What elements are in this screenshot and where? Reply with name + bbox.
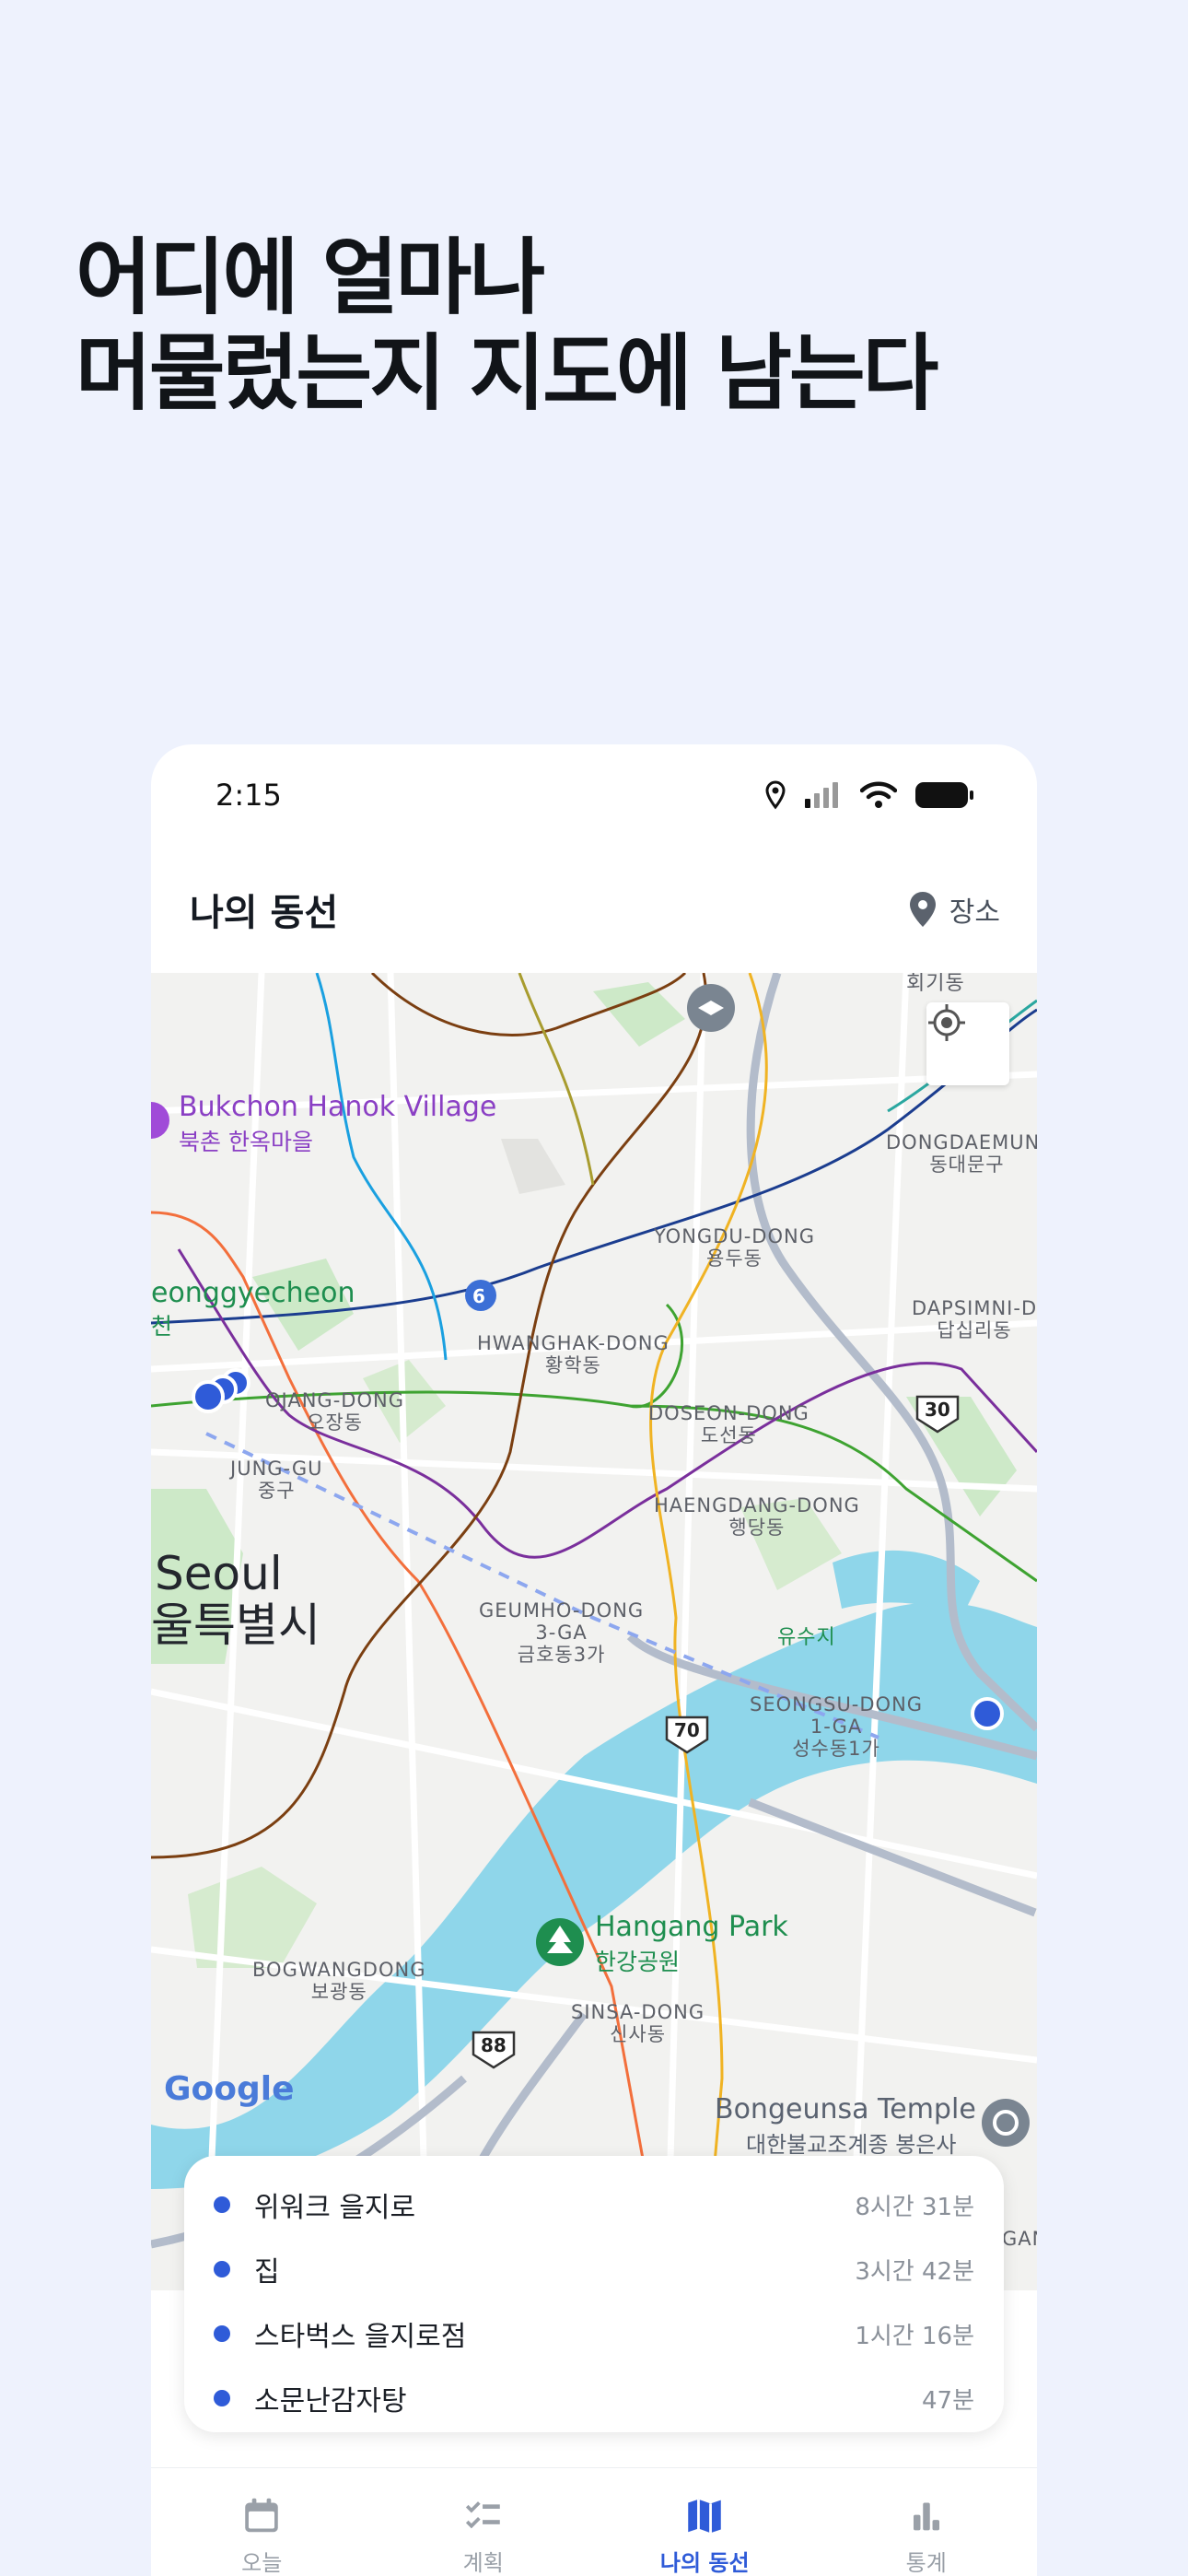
map-label-geumho: GEUMHO-DONG 3-GA 금호동3가 xyxy=(479,1599,645,1666)
map-label-hangang-en: Hangang Park xyxy=(595,1911,788,1943)
calendar-icon xyxy=(245,2498,279,2533)
visit-dot xyxy=(214,2261,230,2277)
map-label-yongdu: YONGDU-DONG 용두동 xyxy=(654,1225,815,1270)
map-label-bukchon-ko: 북촌 한옥마을 xyxy=(179,1129,313,1155)
map-label-yusuji: 유수지 xyxy=(777,1626,836,1649)
visit-dot xyxy=(214,2390,230,2406)
map-label-haengdang: HAENGDANG-DONG 행당동 xyxy=(654,1494,860,1539)
battery-icon xyxy=(915,782,973,808)
cellular-signal-icon xyxy=(805,782,838,808)
phone-screen: 2:15 나의 동선 장소 회기동 Bukchon Hanok Village … xyxy=(151,744,1037,2576)
map-label-doseon: DOSEON-DONG 도선동 xyxy=(648,1402,809,1446)
route-shield-88: 88 xyxy=(481,2034,507,2056)
tab-today[interactable]: 오늘 xyxy=(151,2468,373,2576)
google-logo: Google xyxy=(164,2070,295,2108)
crosshair-icon xyxy=(928,1004,965,1041)
list-item[interactable]: 소문난감자탕 47분 xyxy=(184,2366,1004,2430)
my-location-button[interactable] xyxy=(926,1002,1009,1085)
map-label-cheonggye: eonggyecheon xyxy=(151,1277,355,1309)
map-pin-icon xyxy=(909,892,936,927)
tab-label: 계획 xyxy=(462,2550,504,2576)
status-icons xyxy=(764,780,974,810)
map-view[interactable]: 회기동 Bukchon Hanok Village 북촌 한옥마을 DONGDA… xyxy=(151,973,1037,2290)
tab-label: 통계 xyxy=(905,2550,947,2576)
map-label-sinsa: SINSA-DONG 신사동 xyxy=(571,2001,705,2045)
visit-duration: 8시간 31분 xyxy=(855,2193,974,2221)
tab-plan[interactable]: 계획 xyxy=(373,2468,595,2576)
wifi-icon xyxy=(860,781,897,808)
map-label-junggu: JUNG-GU 중구 xyxy=(230,1458,323,1502)
checklist-icon xyxy=(465,2501,500,2529)
map-label-dongdaemun: DONGDAEMUN- 동대문구 xyxy=(886,1131,1037,1176)
tab-stats[interactable]: 통계 xyxy=(816,2468,1038,2576)
places-label: 장소 xyxy=(949,896,1000,929)
map-label-seoul-en: Seoul xyxy=(155,1547,283,1600)
list-item[interactable]: 위워크 을지로 8시간 31분 xyxy=(184,2172,1004,2237)
visit-name: 위워크 을지로 xyxy=(254,2192,416,2224)
status-time: 2:15 xyxy=(215,778,282,813)
map-label-ojang: OJANG-DONG 오장동 xyxy=(265,1389,404,1434)
location-status-icon xyxy=(765,780,786,810)
map-icon xyxy=(688,2499,722,2535)
app-bar: 나의 동선 장소 xyxy=(151,846,1037,973)
map-label-hwanghak: HWANGHAK-DONG 황학동 xyxy=(477,1332,670,1376)
map-label-bongeunsa-ko: 대한불교조계종 봉은사 xyxy=(746,2132,957,2158)
visit-duration: 3시간 42분 xyxy=(855,2257,974,2286)
map-label-bukchon-en: Bukchon Hanok Village xyxy=(179,1091,497,1123)
headline-line-1: 어디에 얼마나 xyxy=(76,229,545,326)
visit-duration: 47분 xyxy=(921,2386,974,2415)
tab-my-route[interactable]: 나의 동선 xyxy=(594,2468,816,2576)
list-item[interactable]: 스타벅스 을지로점 1시간 16분 xyxy=(184,2301,1004,2366)
map-label-hoegi: 회기동 xyxy=(906,973,965,995)
status-bar: 2:15 xyxy=(151,744,1037,846)
route-shield-30: 30 xyxy=(925,1399,950,1421)
bar-chart-icon xyxy=(913,2502,939,2531)
visit-name: 소문난감자탕 xyxy=(254,2385,407,2418)
visit-duration: 1시간 16분 xyxy=(855,2322,974,2350)
places-button[interactable]: 장소 xyxy=(909,889,1000,930)
route-shield-6: 6 xyxy=(472,1285,485,1307)
map-label-gan: GAN xyxy=(1002,2228,1037,2250)
map-label-dapsimni: DAPSIMNI-D 답십리동 xyxy=(912,1297,1037,1341)
map-label-bongeunsa-en: Bongeunsa Temple xyxy=(715,2093,976,2125)
map-label-cheonggye-ko: 천 xyxy=(151,1313,174,1340)
list-item[interactable]: 집 3시간 42분 xyxy=(184,2237,1004,2301)
tab-label: 오늘 xyxy=(241,2550,283,2576)
visit-name: 스타벅스 을지로점 xyxy=(254,2321,467,2353)
headline: 어디에 얼마나 머물렀는지 지도에 남는다 xyxy=(76,229,938,422)
route-shield-70: 70 xyxy=(674,1719,700,1741)
bottom-tab-bar: 오늘 계획 나의 동선 통계 xyxy=(151,2467,1037,2576)
map-label-seongsu: SEONGSU-DONG 1-GA 성수동1가 xyxy=(750,1693,924,1760)
visit-name: 집 xyxy=(254,2256,280,2289)
map-label-hangang-ko: 한강공원 xyxy=(595,1949,681,1975)
map-label-seoul-ko: 울특별시 xyxy=(151,1598,320,1652)
page-title: 나의 동선 xyxy=(190,892,339,934)
map-label-bogwang: BOGWANGDONG 보광동 xyxy=(252,1959,426,2003)
tab-label: 나의 동선 xyxy=(659,2550,750,2576)
headline-line-2: 머물렀는지 지도에 남는다 xyxy=(76,325,938,422)
visit-dot xyxy=(214,2325,230,2342)
visit-dot xyxy=(214,2196,230,2213)
visit-list-card: 위워크 을지로 8시간 31분 집 3시간 42분 스타벅스 을지로점 1시간 … xyxy=(184,2156,1004,2432)
